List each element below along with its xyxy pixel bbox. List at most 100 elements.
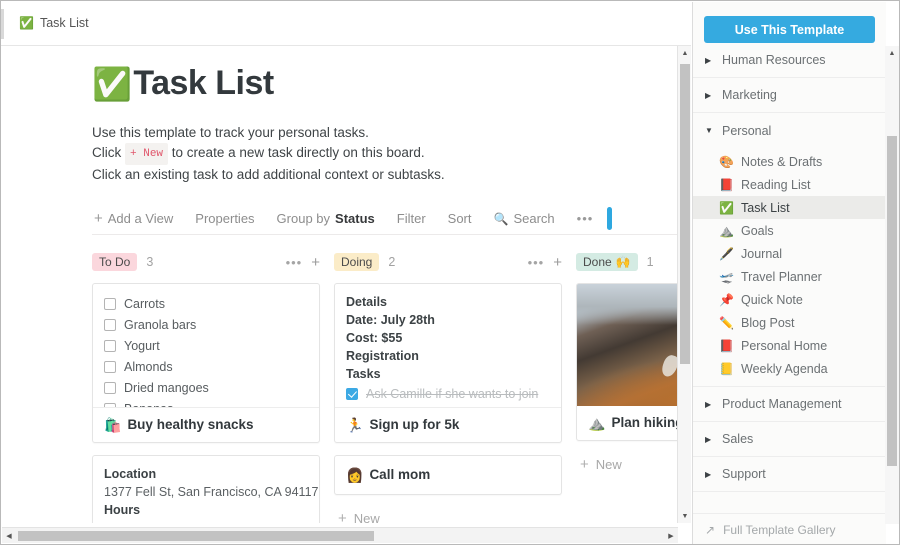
page-title-text: Task List	[133, 64, 274, 102]
preview-line: Date: July 28th	[346, 313, 435, 327]
sidebar-item-label: Weekly Agenda	[741, 361, 828, 376]
group-by-button[interactable]: Group by Status	[277, 211, 375, 226]
sidebar-item-weekly-agenda[interactable]: 📒 Weekly Agenda	[693, 357, 886, 380]
chevron-down-icon: ▼	[705, 126, 713, 135]
preview-line: Cost: $55	[346, 331, 403, 345]
sidebar-item-reading-list[interactable]: 📕 Reading List	[693, 173, 886, 196]
column-menu-button[interactable]: •••	[286, 255, 303, 270]
checklist-item[interactable]: Granola bars	[104, 314, 308, 335]
card-title: ⛰️ Plan hiking trip	[577, 406, 678, 440]
ledger-icon: 📒	[719, 361, 734, 376]
checklist-item[interactable]: Yogurt	[104, 335, 308, 356]
sidebar-vertical-scrollbar[interactable]: ▲	[885, 46, 899, 524]
card-location[interactable]: Location 1377 Fell St, San Francisco, CA…	[92, 455, 320, 523]
search-icon: 🔍	[493, 211, 509, 226]
shopping-bag-icon: 🛍️	[104, 416, 122, 433]
checklist-item[interactable]: Almonds	[104, 356, 308, 377]
sidebar-item-notes-drafts[interactable]: 🎨 Notes & Drafts	[693, 150, 886, 173]
board-column-todo: To Do 3 ••• + Carrots Granola bars Yogur…	[92, 249, 320, 523]
scrollbar-thumb[interactable]	[887, 136, 897, 466]
filter-button[interactable]: Filter	[397, 211, 426, 226]
column-add-card-button[interactable]: +	[553, 254, 562, 271]
scroll-right-arrow-icon[interactable]: ▶	[664, 528, 678, 543]
checkbox-icon[interactable]	[104, 339, 116, 352]
search-button[interactable]: 🔍 Search	[494, 211, 555, 226]
sidebar-section-marketing[interactable]: ▶ Marketing	[693, 78, 886, 113]
green-check-icon: ✅	[719, 200, 734, 215]
card-sign-up-for-5k[interactable]: Details Date: July 28th Cost: $55 Regist…	[334, 283, 562, 443]
checkbox-icon[interactable]	[346, 387, 358, 400]
main-vertical-scrollbar[interactable]: ▲ ▼	[677, 46, 691, 523]
raised-hands-icon: 🙌	[615, 255, 631, 269]
scroll-up-arrow-icon[interactable]: ▲	[678, 46, 692, 60]
column-count: 3	[146, 255, 154, 269]
column-header: Done 🙌 1 ••• +	[576, 249, 678, 275]
add-new-card-doing[interactable]: + New	[334, 507, 562, 523]
checkbox-icon[interactable]	[104, 360, 116, 373]
sidebar-section-sales[interactable]: ▶ Sales	[693, 422, 886, 457]
checklist-item[interactable]: Bananas	[104, 398, 308, 407]
main-content-pane: ✅ Task List Use this template to track y…	[2, 46, 678, 523]
sidebar-item-journal[interactable]: 🖋️ Journal	[693, 242, 886, 265]
add-a-view-button[interactable]: + Add a View	[94, 210, 173, 227]
card-buy-healthy-snacks[interactable]: Carrots Granola bars Yogurt Almonds Drie…	[92, 283, 320, 443]
plus-icon: +	[338, 510, 347, 523]
checklist-label: Ask Camille if she wants to join	[366, 386, 539, 401]
scroll-up-arrow-icon[interactable]: ▲	[885, 46, 899, 60]
tab-task-list[interactable]: ✅ Task List	[19, 16, 89, 30]
mountain-icon: ⛰️	[719, 223, 734, 238]
add-new-card-done[interactable]: + New	[576, 453, 678, 473]
sidebar-section-label: Support	[722, 467, 766, 481]
checklist-item[interactable]: Dried mangoes	[104, 377, 308, 398]
chevron-right-icon: ▶	[705, 434, 712, 444]
scroll-down-arrow-icon[interactable]: ▼	[678, 509, 692, 523]
sidebar-section-label: Sales	[722, 432, 754, 446]
column-add-card-button[interactable]: +	[311, 254, 320, 271]
intro-line-3: Click an existing task to add additional…	[92, 167, 445, 182]
sidebar-item-quick-note[interactable]: 📌 Quick Note	[693, 288, 886, 311]
sidebar-section-label: Personal	[722, 123, 772, 138]
checkbox-icon[interactable]	[104, 297, 116, 310]
sidebar-item-personal-home[interactable]: 📕 Personal Home	[693, 334, 886, 357]
group-by-label: Group by	[276, 211, 331, 226]
checklist-item[interactable]: Ask Camille if she wants to join	[346, 383, 550, 404]
scroll-left-arrow-icon[interactable]: ◀	[2, 528, 16, 543]
scrollbar-thumb[interactable]	[18, 531, 374, 541]
toolbar-overflow-button[interactable]: •••	[577, 211, 594, 226]
full-template-gallery-link[interactable]: ↗ Full Template Gallery	[693, 513, 886, 544]
sort-button[interactable]: Sort	[448, 211, 472, 226]
sidebar-item-label: Blog Post	[741, 315, 795, 330]
page-title-check-icon: ✅	[92, 65, 132, 102]
chevron-right-icon: ▶	[705, 90, 712, 100]
horizontal-scrollbar[interactable]: ◀ ▶	[2, 527, 678, 543]
woman-icon: 👩	[346, 466, 364, 483]
card-call-mom[interactable]: 👩 Call mom	[334, 455, 562, 495]
tab-label: Task List	[39, 16, 89, 30]
scrollbar-thumb[interactable]	[680, 64, 690, 364]
use-this-template-button[interactable]: Use This Template	[704, 16, 875, 43]
properties-button[interactable]: Properties	[195, 211, 254, 226]
sidebar-item-label: Personal Home	[741, 338, 828, 353]
sidebar-item-travel-planner[interactable]: 🛫 Travel Planner	[693, 265, 886, 288]
add-new-label: New	[595, 457, 622, 472]
book-icon: 📕	[719, 338, 734, 353]
column-count: 2	[388, 255, 396, 269]
sidebar-item-goals[interactable]: ⛰️ Goals	[693, 219, 886, 242]
sidebar-section-product-management[interactable]: ▶ Product Management	[693, 387, 886, 422]
checkbox-icon[interactable]	[104, 381, 116, 394]
pushpin-icon: 📌	[719, 292, 734, 307]
checklist-item[interactable]: Carrots	[104, 293, 308, 314]
column-menu-button[interactable]: •••	[528, 255, 545, 270]
column-header: To Do 3 ••• +	[92, 249, 320, 275]
new-button[interactable]: New ⌄	[607, 207, 612, 230]
page-title: ✅ Task List	[92, 64, 678, 103]
intro-line-2: Click + New to create a new task directl…	[92, 143, 678, 165]
sidebar-section-human-resources[interactable]: ▶ Human Resources	[693, 43, 886, 78]
sidebar-section-personal[interactable]: ▼ Personal	[693, 113, 886, 148]
external-link-icon: ↗	[705, 522, 716, 537]
sidebar-item-blog-post[interactable]: ✏️ Blog Post	[693, 311, 886, 334]
checkbox-icon[interactable]	[104, 318, 116, 331]
sidebar-item-task-list[interactable]: ✅ Task List	[693, 196, 886, 219]
card-plan-hiking-trip[interactable]: ⛰️ Plan hiking trip	[576, 283, 678, 441]
sidebar-section-support[interactable]: ▶ Support	[693, 457, 886, 492]
